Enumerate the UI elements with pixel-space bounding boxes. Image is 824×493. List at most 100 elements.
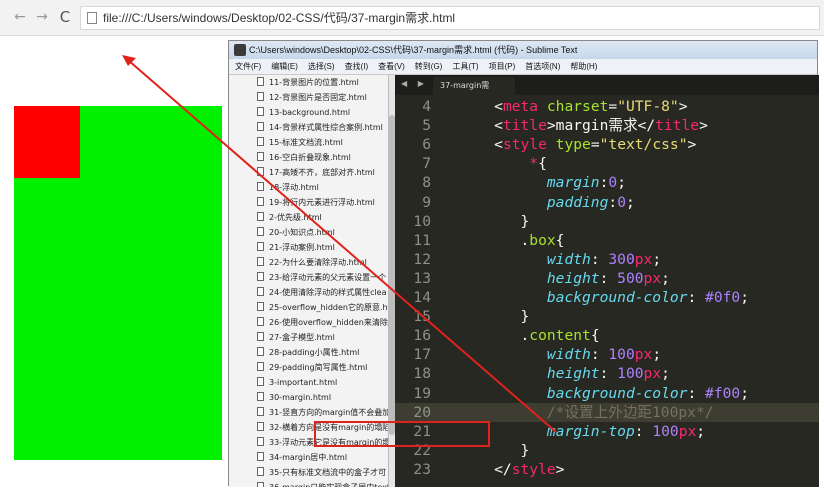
line-number: 16 [413, 327, 431, 345]
file-name: 34-margin居中.html [269, 453, 348, 462]
code-token: ; [696, 422, 706, 440]
code-token: 500 [617, 269, 644, 287]
code-token: title [502, 117, 547, 135]
menu-item-2[interactable]: 选择(S) [303, 59, 340, 75]
tab-scroll-arrows-icon[interactable]: ◀ ▶ [401, 79, 428, 88]
sidebar-file-item[interactable]: 18-浮动.html [257, 180, 388, 195]
code-token: { [590, 327, 600, 345]
sidebar-file-item[interactable]: 21-浮动案例.html [257, 240, 388, 255]
page-icon [87, 12, 97, 24]
code-token: : [599, 365, 618, 383]
file-icon [257, 242, 264, 251]
window-title-bar: C:\Users\windows\Desktop\02-CSS\代码\37-ma… [229, 41, 817, 59]
file-icon [257, 437, 264, 446]
sidebar-file-item[interactable]: 3-important.html [257, 375, 388, 390]
file-icon [257, 92, 264, 101]
sidebar-file-item[interactable]: 28-padding小属性.html [257, 345, 388, 360]
sidebar-file-item[interactable]: 25-overflow_hidden它的原意.ht [257, 300, 388, 315]
file-icon [257, 152, 264, 161]
menu-item-1[interactable]: 编辑(E) [266, 59, 303, 75]
sidebar-file-item[interactable]: 31-竖直方向的margin值不会叠加 [257, 405, 388, 420]
sidebar-file-item[interactable]: 22-为什么要清除浮动.html [257, 255, 388, 270]
code-line: 20 /*设置上外边距100px*/ [395, 402, 819, 422]
line-number: 12 [413, 250, 431, 268]
sidebar-file-item[interactable]: 36-margin只能实现盒子居中text [257, 480, 388, 487]
sidebar-file-item[interactable]: 11-背景图片的位置.html [257, 75, 388, 90]
menu-item-4[interactable]: 查看(V) [373, 59, 410, 75]
code-token: type [555, 136, 591, 154]
code-line: 7 *{ [395, 154, 819, 173]
menu-item-0[interactable]: 文件(F) [229, 59, 266, 75]
sidebar-file-item[interactable]: 27-盒子模型.html [257, 330, 388, 345]
menu-item-5[interactable]: 转到(G) [410, 59, 448, 75]
tab-bar: ◀ ▶ 37-margin需求.html [395, 75, 819, 108]
sidebar-file-item[interactable]: 17-高矮不齐，底部对齐.html [257, 165, 388, 180]
file-name: 13-background.html [269, 108, 351, 117]
code-token: ; [617, 174, 626, 192]
tab-37-margin[interactable]: 37-margin需求.html [433, 77, 515, 108]
sidebar-file-item[interactable]: 15-标准文档流.html [257, 135, 388, 150]
file-icon [257, 332, 264, 341]
sidebar-file-item[interactable]: 26-使用overflow_hidden来清除 [257, 315, 388, 330]
sidebar-file-item[interactable]: 2-优先级.html [257, 210, 388, 225]
sidebar-file-item[interactable]: 16-空白折叠现象.html [257, 150, 388, 165]
file-name: 21-浮动案例.html [269, 243, 335, 252]
code-token: ; [661, 365, 670, 383]
back-arrow-icon[interactable]: ← [12, 9, 28, 25]
line-number: 23 [413, 460, 431, 478]
code-token: #0f0 [705, 289, 741, 306]
forward-arrow-icon[interactable]: → [34, 9, 50, 25]
file-name: 14-背景样式属性综合案例.html [269, 123, 383, 132]
menu-item-3[interactable]: 查找(I) [340, 59, 374, 75]
file-icon [257, 347, 264, 356]
menu-item-8[interactable]: 首选项(N) [520, 59, 565, 75]
file-icon [257, 197, 264, 206]
file-icon [257, 287, 264, 296]
file-name: 11-背景图片的位置.html [269, 78, 359, 87]
sidebar-file-item[interactable]: 29-padding简写属性.html [257, 360, 388, 375]
reload-icon[interactable]: C [57, 9, 73, 25]
sidebar-file-item[interactable]: 34-margin居中.html [257, 450, 388, 465]
code-token: : [687, 289, 706, 306]
sidebar-file-item[interactable]: 13-background.html [257, 105, 388, 120]
sidebar-file-item[interactable]: 35-只有标准文档流中的盒子才可 [257, 465, 388, 480]
code-token: ; [652, 250, 662, 268]
file-name: 12-背景图片是否固定.html [269, 93, 367, 102]
code-token: { [555, 231, 565, 249]
code-token: } [459, 212, 530, 230]
menu-item-6[interactable]: 工具(T) [447, 59, 483, 75]
sidebar-file-item[interactable]: 12-背景图片是否固定.html [257, 90, 388, 105]
line-number: 9 [422, 193, 431, 211]
code-line: 17 width: 100px; [395, 345, 819, 364]
file-name: 26-使用overflow_hidden来清除 [269, 318, 388, 327]
file-name: 24-使用清除浮动的样式属性clea [269, 288, 387, 297]
file-icon [257, 467, 264, 476]
menu-item-7[interactable]: 项目(P) [484, 59, 521, 75]
sidebar-file-item[interactable]: 14-背景样式属性综合案例.html [257, 120, 388, 135]
sidebar-file-item[interactable]: 24-使用清除浮动的样式属性clea [257, 285, 388, 300]
code-line: 14 background-color: #0f0; [395, 288, 819, 307]
sidebar-file-item[interactable]: 23-给浮动元素的父元素设置一个 [257, 270, 388, 285]
line-number: 11 [413, 231, 431, 249]
code-token: . [459, 327, 530, 345]
menu-bar: 文件(F) 编辑(E) 选择(S) 查找(I) 查看(V) 转到(G) 工具(T) 项目(P)… [229, 59, 817, 75]
sidebar-file-item[interactable]: 30-margin.html [257, 390, 388, 405]
code-token: content [529, 327, 591, 345]
menu-item-9[interactable]: 帮助(H) [565, 59, 602, 75]
code-line: 12 width: 300px; [395, 250, 819, 269]
file-name: 23-给浮动元素的父元素设置一个 [269, 273, 387, 282]
file-icon [257, 257, 264, 266]
sidebar-file-item[interactable]: 19-将行内元素进行浮动.html [257, 195, 388, 210]
file-name: 30-margin.html [269, 393, 332, 402]
sidebar-file-item[interactable]: 20-小知识点.html [257, 225, 388, 240]
code-line: 16 .content{ [395, 326, 819, 345]
address-bar[interactable]: file:///C:/Users/windows/Desktop/02-CSS/… [80, 6, 820, 30]
code-token: 100 [652, 422, 679, 440]
